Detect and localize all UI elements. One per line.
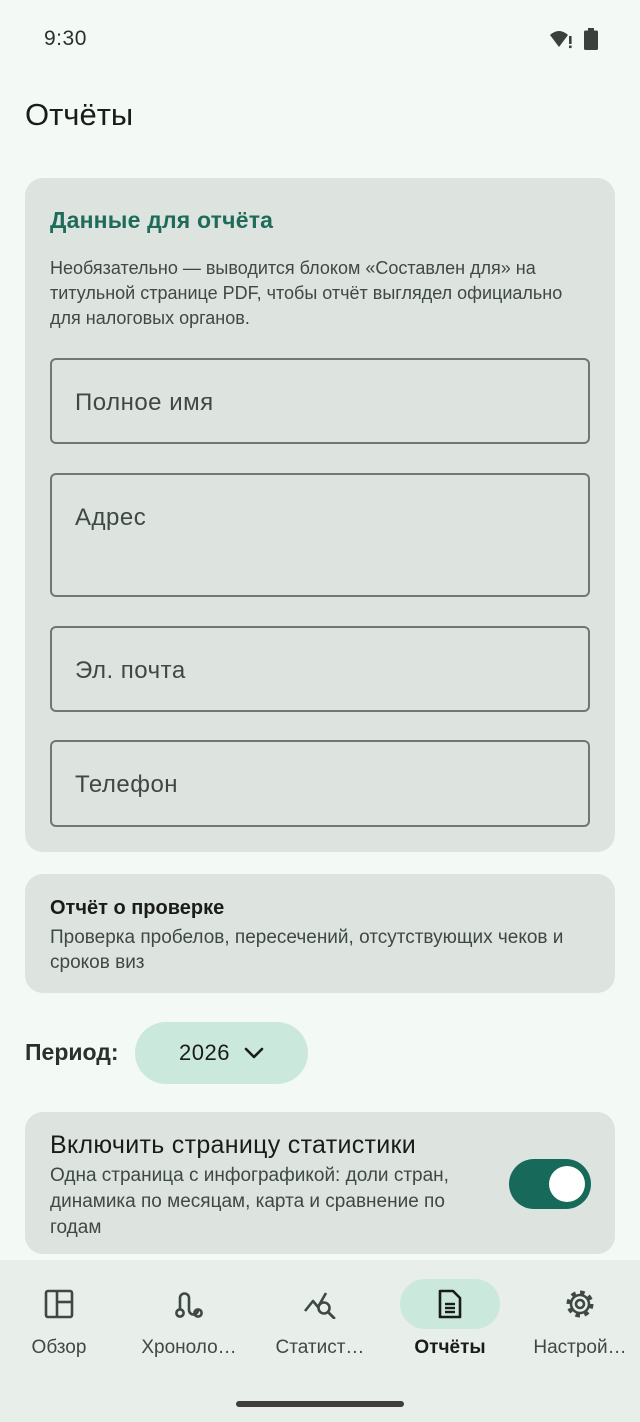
stats-page-title: Включить страницу статистики xyxy=(50,1131,417,1159)
nav-label: Хроноло… xyxy=(141,1337,237,1358)
nav-label: Отчёты xyxy=(414,1337,486,1358)
route-icon xyxy=(175,1292,203,1318)
full-name-placeholder: Полное имя xyxy=(75,389,214,416)
nav-icon-container xyxy=(270,1279,370,1329)
address-placeholder: Адрес xyxy=(75,504,147,531)
email-field[interactable]: Эл. почта xyxy=(50,626,590,712)
period-dropdown[interactable]: 2026 xyxy=(135,1022,308,1084)
nav-item-statistics[interactable]: Статист… xyxy=(256,1260,384,1380)
page-title: Отчёты xyxy=(25,97,134,132)
chart-search-icon xyxy=(303,1292,336,1319)
chevron-down-icon xyxy=(244,1047,264,1059)
wifi-alert-icon xyxy=(550,31,572,49)
status-time: 9:30 xyxy=(44,27,87,50)
home-indicator[interactable] xyxy=(236,1401,404,1407)
status-bar: 9:30 xyxy=(0,0,640,78)
nav-icon-container xyxy=(139,1279,239,1329)
dashboard-icon xyxy=(44,1289,74,1319)
nav-label: Статист… xyxy=(275,1337,365,1358)
email-placeholder: Эл. почта xyxy=(75,657,186,684)
nav-item-reports[interactable]: Отчёты xyxy=(386,1260,514,1380)
stats-page-description: Одна страница с инфографикой: доли стран… xyxy=(50,1165,449,1238)
nav-item-overview[interactable]: Обзор xyxy=(0,1260,123,1380)
nav-label: Настрой… xyxy=(533,1337,627,1358)
full-name-field[interactable]: Полное имя xyxy=(50,358,590,444)
status-icons xyxy=(548,28,598,50)
bottom-navigation: Обзор Хроноло… Статист… Отчёты Настрой… xyxy=(0,1260,640,1422)
nav-item-timeline[interactable]: Хроноло… xyxy=(125,1260,253,1380)
nav-item-settings[interactable]: Настрой… xyxy=(516,1260,640,1380)
nav-icon-container-active xyxy=(400,1279,500,1329)
nav-label: Обзор xyxy=(31,1337,87,1358)
audit-report-description: Проверка пробелов, пересечений, отсутств… xyxy=(50,927,564,973)
toggle-knob xyxy=(549,1166,585,1202)
audit-report-title: Отчёт о проверке xyxy=(50,897,225,919)
gear-icon xyxy=(566,1290,594,1318)
period-value: 2026 xyxy=(179,1040,230,1065)
phone-placeholder: Телефон xyxy=(75,771,179,798)
phone-field[interactable]: Телефон xyxy=(50,740,590,827)
contact-card-description: Необязательно — выводится блоком «Состав… xyxy=(50,258,563,328)
address-field[interactable]: Адрес xyxy=(50,473,590,597)
stats-page-toggle[interactable] xyxy=(509,1159,591,1209)
document-icon xyxy=(438,1289,462,1319)
nav-icon-container xyxy=(530,1279,630,1329)
battery-icon xyxy=(584,28,598,50)
contact-card-title: Данные для отчёта xyxy=(50,207,274,233)
period-label: Период: xyxy=(25,1039,119,1065)
nav-icon-container xyxy=(9,1279,109,1329)
